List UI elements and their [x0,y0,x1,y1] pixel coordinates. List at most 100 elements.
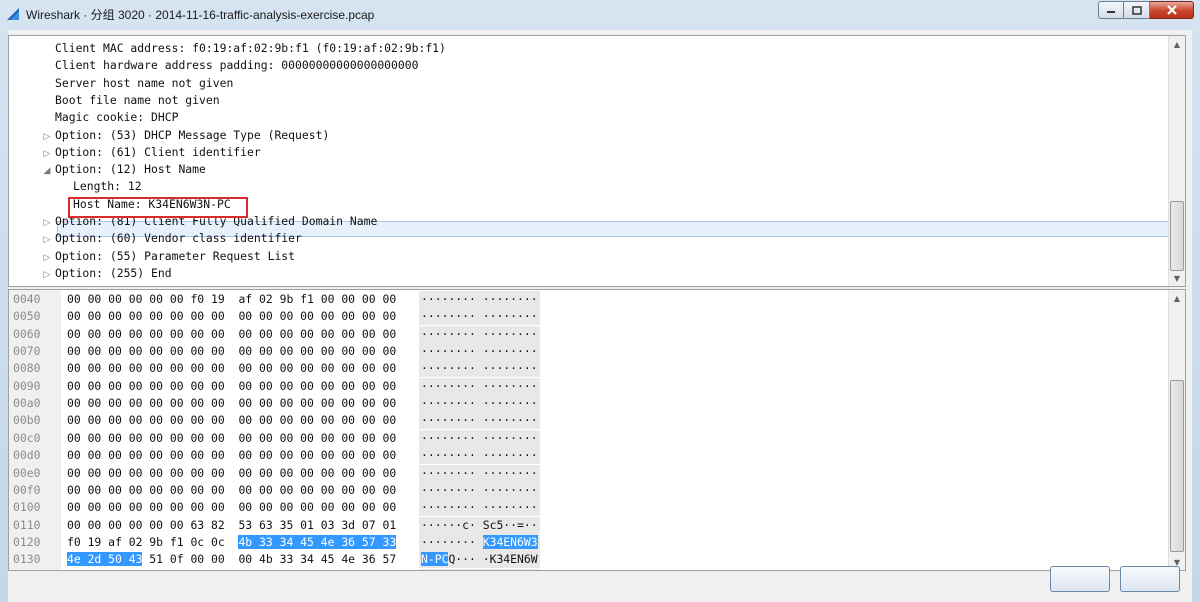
hex-offset: 0120 [13,534,41,549]
hex-bytes-first-half: 00 00 00 00 00 00 00 00 [67,378,225,393]
details-scrollbar[interactable]: ▲ ▼ [1168,36,1185,286]
tree-item[interactable]: Client MAC address: f0:19:af:02:9b:f1 (f… [55,40,446,57]
ascii-second-half: ········ [482,361,538,376]
hex-bytes-first-half: 00 00 00 00 00 00 00 00 [67,448,225,463]
scroll-up-arrow-icon[interactable]: ▲ [1169,290,1185,306]
hex-row[interactable]: 0050 00 00 00 00 00 00 00 00 00 00 00 00 … [9,308,1159,326]
hex-bytes: 00 00 00 00 00 00 00 00 00 00 00 00 00 0… [67,482,396,499]
hex-row[interactable]: 0040 00 00 00 00 00 00 f0 19 af 02 9b f1 … [9,291,1159,308]
tree-item[interactable]: Server host name not given [55,75,233,92]
hex-bytes-second-half: 00 00 00 00 00 00 00 00 [238,309,397,324]
hex-bytes: 00 00 00 00 00 00 00 00 00 00 00 00 00 0… [67,465,396,482]
ascii-second-half: K34EN6W3 [482,534,538,549]
hex-row[interactable]: 0110 00 00 00 00 00 00 63 82 53 63 35 01 … [9,516,1159,534]
scroll-up-arrow-icon[interactable]: ▲ [1169,36,1185,52]
hex-bytes-second-half: 00 00 00 00 00 00 00 00 [238,500,397,515]
hex-row[interactable]: 0140 33 4e 2d 50 43 3c 08 4d 53 46 54 20 … [9,568,1159,571]
hex-bytes-second-half: 00 00 00 00 00 00 00 00 [238,378,397,393]
tree-item-label: Length: 12 [73,179,142,194]
hex-offset: 0080 [13,361,41,376]
hex-row[interactable]: 00a0 00 00 00 00 00 00 00 00 00 00 00 00 … [9,395,1159,413]
tree-item[interactable]: Boot file name not given [55,92,220,109]
tree-item-label: Option: (60) Vendor class identifier [55,231,302,246]
ascii-first-half: ········ [421,448,476,463]
hex-row[interactable]: 0090 00 00 00 00 00 00 00 00 00 00 00 00 … [9,377,1159,395]
hex-ascii: 3N-PC<·M SFT 5.07 [419,568,540,570]
tree-item-label: Option: (61) Client identifier [55,144,261,159]
hex-bytes-first-half: 00 00 00 00 00 00 63 82 [67,517,225,532]
hex-offset: 0130 [13,552,41,567]
ascii-second-half: ········ [482,448,538,463]
hex-offset: 00d0 [13,448,41,463]
title-bar[interactable]: Wireshark · 分组 3020 · 2014-11-16-traffic… [0,0,1200,28]
ascii-first-half: ········ [421,292,476,306]
hex-row[interactable]: 00b0 00 00 00 00 00 00 00 00 00 00 00 00 … [9,412,1159,430]
scroll-down-arrow-icon[interactable]: ▼ [1169,270,1185,286]
hex-bytes-second-half: 00 00 00 00 00 00 00 00 [238,326,397,341]
hex-ascii: ········ ········ [419,291,540,308]
hex-offset: 0070 [13,344,41,359]
hex-offset: 0110 [13,517,41,532]
hex-row[interactable]: 0060 00 00 00 00 00 00 00 00 00 00 00 00 … [9,325,1159,343]
hex-bytes: 00 00 00 00 00 00 00 00 00 00 00 00 00 0… [67,430,396,447]
hex-row[interactable]: 0080 00 00 00 00 00 00 00 00 00 00 00 00 … [9,360,1159,378]
hex-bytes: 00 00 00 00 00 00 f0 19 af 02 9b f1 00 0… [67,291,396,308]
hex-row[interactable]: 00d0 00 00 00 00 00 00 00 00 00 00 00 00 … [9,447,1159,465]
hex-ascii: ········ K34EN6W3 [419,533,540,551]
packet-bytes-pane[interactable]: 0040 00 00 00 00 00 00 f0 19 af 02 9b f1 … [8,289,1186,571]
hex-ascii: ········ ········ [419,481,540,499]
hex-row[interactable]: 00f0 00 00 00 00 00 00 00 00 00 00 00 00 … [9,481,1159,499]
hex-offset: 0090 [13,378,41,393]
tree-item-label: Option: (12) Host Name [55,162,206,177]
tree-item-label: Option: (55) Parameter Request List [55,248,296,263]
bytes-scroll-thumb[interactable] [1170,380,1184,552]
tree-item[interactable]: ▷ Option: (255) End [42,265,172,282]
hex-row[interactable]: 00e0 00 00 00 00 00 00 00 00 00 00 00 00 … [9,464,1159,482]
hex-bytes: 00 00 00 00 00 00 00 00 00 00 00 00 00 0… [67,378,396,395]
close-button[interactable] [1150,1,1194,19]
tree-item[interactable]: ◢ Option: (12) Host Name [42,161,206,178]
hex-ascii: ········ ········ [419,464,540,482]
hex-bytes-second-half: 53 46 54 20 35 2e 30 37 [238,570,396,571]
hex-bytes: 00 00 00 00 00 00 00 00 00 00 00 00 00 0… [67,308,396,325]
tree-item[interactable]: Magic cookie: DHCP [55,109,178,126]
hex-bytes-second-half: 00 00 00 00 00 00 00 00 [238,396,397,411]
hex-ascii: ········ ········ [419,343,540,361]
hex-bytes: 00 00 00 00 00 00 00 00 00 00 00 00 00 0… [67,412,396,429]
hex-bytes-second-half: 00 00 00 00 00 00 00 00 [238,413,397,428]
expanded-arrow-icon[interactable]: ◢ [42,163,52,180]
details-scroll-thumb[interactable] [1170,201,1184,271]
maximize-button[interactable] [1124,1,1150,19]
packet-details-pane[interactable]: Client MAC address: f0:19:af:02:9b:f1 (f… [8,35,1186,287]
dialog-button-2[interactable] [1120,566,1180,592]
ascii-second-half: ·K34EN6W [482,552,538,567]
wireshark-window: Wireshark · 分组 3020 · 2014-11-16-traffic… [0,0,1200,602]
hex-offset: 0040 [13,292,41,306]
tree-item[interactable]: Client hardware address padding: 0000000… [55,57,418,74]
dialog-button-1[interactable] [1050,566,1110,592]
tree-item[interactable]: ▷ Option: (55) Parameter Request List [42,248,296,265]
bytes-scrollbar[interactable]: ▲ ▼ [1168,290,1185,570]
collapsed-arrow-icon[interactable]: ▷ [42,267,52,284]
tree-item[interactable]: ▷ Option: (61) Client identifier [42,144,261,161]
tree-item[interactable]: ▷ Option: (53) DHCP Message Type (Request… [42,127,330,144]
hex-bytes-second-half: 00 00 00 00 00 00 00 00 [238,361,397,376]
hex-row[interactable]: 0070 00 00 00 00 00 00 00 00 00 00 00 00 … [9,343,1159,361]
ascii-first-half: ········ [421,309,476,324]
ascii-first-half: ········ [421,482,476,497]
ascii-second-half: ········ [482,344,538,359]
hex-offset: 0050 [13,309,41,324]
hex-ascii: ········ ········ [419,447,540,465]
hex-row[interactable]: 00c0 00 00 00 00 00 00 00 00 00 00 00 00 … [9,429,1159,447]
ascii-first-half: ········ [421,361,476,376]
ascii-second-half: ········ [482,378,538,393]
tree-item[interactable]: Length: 12 [73,178,142,195]
ascii-first-half: ········ [421,396,476,411]
ascii-first-half: ········ [421,344,476,359]
hex-row[interactable]: 0100 00 00 00 00 00 00 00 00 00 00 00 00 … [9,499,1159,517]
tree-item[interactable]: ▷ Option: (60) Vendor class identifier [42,230,302,247]
close-icon [1166,5,1177,15]
hex-row[interactable]: 0130 4e 2d 50 43 51 0f 00 00 00 4b 33 34 … [9,551,1159,569]
minimize-button[interactable] [1098,1,1124,19]
hex-row[interactable]: 0120 f0 19 af 02 9b f1 0c 0c 4b 33 34 45 … [9,533,1159,551]
